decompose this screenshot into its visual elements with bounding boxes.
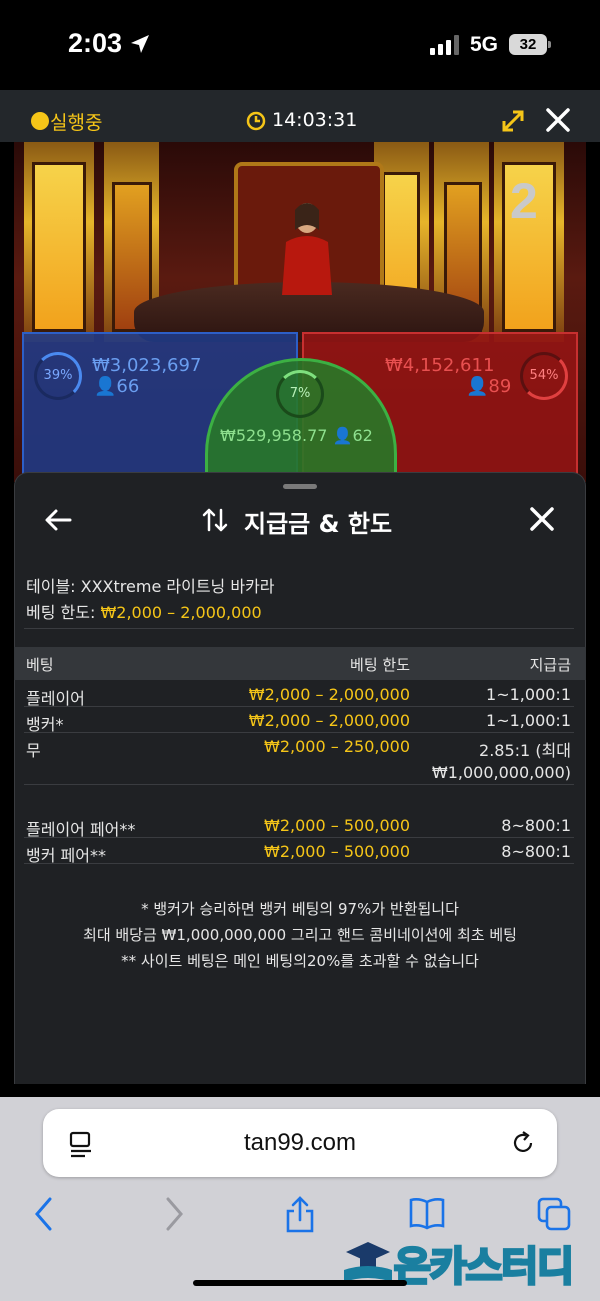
footnote: * 뱅커가 승리하면 뱅커 베팅의 97%가 반환됩니다 [141, 900, 459, 918]
table-row-name: 무 [26, 741, 41, 760]
clock-icon [246, 111, 266, 131]
sheet-title: 지급금 & 한도 [244, 510, 393, 538]
status-bar: 2:03 5G 32 [0, 0, 600, 90]
location-arrow-icon [131, 35, 149, 53]
chevron-left-icon[interactable] [34, 1196, 54, 1232]
round-number: 2 [510, 173, 538, 229]
battery-icon: 32 [509, 34, 547, 55]
book-icon[interactable] [408, 1196, 446, 1230]
row-divider [24, 706, 574, 707]
watermark-text: 온카스터디 [393, 1243, 576, 1292]
person-icon: 👤 [94, 376, 117, 397]
table-row-payout: 2.85:1 (최대 [479, 741, 571, 760]
game-status: 실행중 [50, 112, 103, 134]
table-row-limit: ₩2,000 – 250,000 [264, 737, 410, 756]
signal-icon [430, 35, 462, 55]
divider [24, 628, 574, 629]
footnote: 최대 배당금 ₩1,000,000,000 그리고 핸드 콤비네이션에 최초 베… [83, 926, 517, 944]
game-clock: 14:03:31 [272, 109, 358, 131]
table-row-payout: 1~1,000:1 [486, 711, 571, 730]
row-divider [24, 732, 574, 733]
table-name: 테이블: XXXtreme 라이트닝 바카라 [26, 577, 275, 596]
table-row-payout: 8~800:1 [501, 842, 571, 861]
column-header-limit: 베팅 한도 [350, 656, 410, 674]
banker-amount: ₩4,152,611 [385, 355, 495, 376]
person-icon: 👤 [466, 376, 489, 397]
table-row-payout: 8~800:1 [501, 816, 571, 835]
tie-amount: ₩529,958.77 👤62 [220, 426, 373, 445]
dealer-figure [282, 203, 332, 295]
table-row-limit: ₩2,000 – 500,000 [264, 816, 410, 835]
player-amount: ₩3,023,697 [92, 355, 202, 376]
row-divider [24, 863, 574, 864]
sheet-grabber[interactable] [283, 484, 317, 489]
table-header [14, 647, 586, 680]
column-header-payout: 지급금 [529, 656, 571, 674]
table-row-limit: ₩2,000 – 500,000 [264, 842, 410, 861]
status-dot-icon [31, 112, 49, 130]
person-icon: 👤 [332, 426, 353, 445]
expand-icon[interactable] [500, 108, 526, 134]
home-indicator[interactable] [193, 1280, 407, 1286]
row-divider [24, 837, 574, 838]
sort-arrows-icon [202, 508, 228, 532]
back-arrow-icon[interactable] [44, 508, 72, 532]
table-row-payout-cont: ₩1,000,000,000) [431, 763, 571, 782]
table-row-limit: ₩2,000 – 2,000,000 [248, 685, 410, 704]
banker-count: 👤89 [466, 376, 512, 397]
table-row-limit: ₩2,000 – 2,000,000 [248, 711, 410, 730]
tabs-icon[interactable] [536, 1196, 572, 1232]
chevron-right-icon[interactable] [164, 1196, 184, 1232]
column-header-bet: 베팅 [26, 656, 54, 674]
table-row-payout: 1~1,000:1 [486, 685, 571, 704]
battery-tip [548, 41, 551, 48]
share-icon[interactable] [284, 1196, 316, 1234]
footnote: ** 사이트 베팅은 메인 베팅의20%를 초과할 수 없습니다 [121, 952, 479, 970]
player-count: 👤66 [94, 376, 140, 397]
bet-limit-info: 베팅 한도: ₩2,000 – 2,000,000 [26, 603, 262, 622]
reload-icon[interactable] [510, 1130, 536, 1156]
footnotes: * 뱅커가 승리하면 뱅커 베팅의 97%가 반환됩니다 최대 배당금 ₩1,0… [14, 896, 586, 974]
network-label: 5G [470, 33, 499, 56]
tie-percent: 7% [276, 370, 324, 418]
close-icon[interactable] [544, 106, 572, 134]
player-percent: 39% [34, 352, 82, 400]
row-divider [24, 784, 574, 785]
close-icon[interactable] [528, 505, 556, 533]
status-time: 2:03 [68, 28, 123, 58]
banker-percent: 54% [520, 352, 568, 400]
